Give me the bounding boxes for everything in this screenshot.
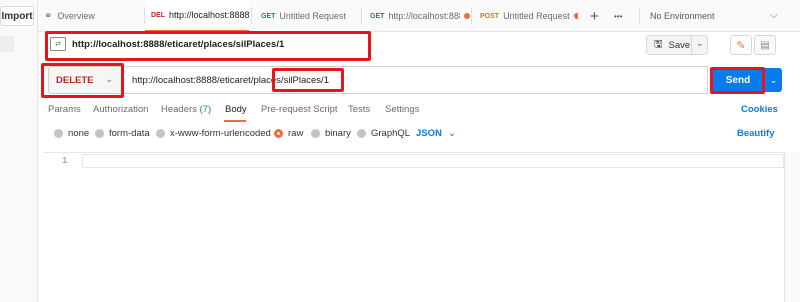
radio-circle — [156, 129, 165, 138]
chevron-down-icon: ⌄ — [447, 128, 456, 139]
body-format-label: JSON — [416, 128, 442, 139]
add-tab-button[interactable]: + — [590, 0, 604, 32]
radio-label: binary — [325, 128, 351, 139]
radio-binary[interactable]: binary — [311, 128, 351, 139]
tab-label: Untitled Request — [503, 11, 570, 21]
editor-gutter: 1 — [44, 153, 82, 302]
radio-circle — [95, 129, 104, 138]
tab-method: GET — [261, 12, 276, 20]
radio-x-www-form-urlencoded[interactable]: x-www-form-urlencoded — [156, 128, 271, 139]
body-editor[interactable]: 1 — [44, 152, 784, 302]
method-label: DELETE — [56, 74, 94, 86]
body-format-select[interactable]: JSON ⌄ — [416, 128, 456, 139]
sidebar: Import — [0, 0, 38, 302]
radio-label: GraphQL — [371, 128, 411, 139]
request-title[interactable]: http://localhost:8888/eticaret/places/si… — [72, 39, 284, 50]
tab-settings[interactable]: Settings — [385, 104, 419, 115]
http-request-icon: ⇄ — [50, 37, 66, 51]
unsaved-dot-icon — [573, 13, 578, 19]
tab-delete-request[interactable]: DEL http://localhost:8888 — [145, 0, 249, 32]
chevron-down-icon[interactable]: ⌵ — [770, 10, 778, 21]
save-divider — [691, 36, 692, 54]
tab-divider — [361, 8, 362, 24]
radio-label: raw — [288, 128, 304, 139]
beautify-link[interactable]: Beautify — [737, 128, 774, 139]
radio-circle-selected — [274, 129, 283, 138]
request-header: ⇄ http://localhost:8888/eticaret/places/… — [38, 32, 800, 58]
tab-label: http://localhost:888 — [388, 11, 460, 21]
sidebar-collapsed-item[interactable] — [0, 36, 14, 52]
method-select[interactable]: DELETE ⌄ — [48, 66, 122, 94]
radio-form-data[interactable]: form-data — [95, 128, 150, 139]
cookies-link[interactable]: Cookies — [741, 104, 778, 115]
tab-pre-request-script[interactable]: Pre-request Script — [261, 104, 338, 115]
radio-raw[interactable]: raw — [274, 128, 303, 139]
tab-tests[interactable]: Tests — [348, 104, 370, 115]
headers-count: (7) — [199, 104, 212, 115]
save-label: Save — [668, 39, 691, 51]
tab-label: http://localhost:8888 — [169, 10, 249, 20]
radio-label: none — [68, 128, 90, 139]
overview-icon: ⚭ — [44, 10, 53, 22]
editor-active-line[interactable] — [82, 154, 784, 168]
radio-graphql[interactable]: GraphQL — [357, 128, 410, 139]
tab-get-untitled[interactable]: GET Untitled Request — [255, 0, 359, 32]
tab-label: Untitled Request — [279, 11, 346, 21]
tab-body[interactable]: Body — [225, 104, 247, 115]
tab-divider — [471, 8, 472, 24]
tab-bar: ⚭ Overview DEL http://localhost:8888 GET… — [38, 0, 800, 32]
tab-label: Overview — [57, 11, 95, 21]
line-number: 1 — [62, 156, 68, 166]
url-input[interactable]: http://localhost:8888/eticaret/places/si… — [122, 66, 708, 94]
tab-headers[interactable]: Headers (7) — [161, 104, 211, 115]
save-icon: 🖫 — [654, 38, 663, 50]
save-button[interactable]: 🖫 Save ⌄ — [646, 35, 708, 55]
tab-post-untitled[interactable]: POST Untitled Request — [474, 0, 578, 32]
tab-method: DEL — [151, 11, 165, 19]
chevron-down-icon[interactable]: ⌄ — [696, 38, 704, 49]
tab-method: POST — [480, 12, 500, 20]
import-button[interactable]: Import — [0, 6, 34, 26]
radio-label: form-data — [109, 128, 150, 139]
tab-params[interactable]: Params — [48, 104, 81, 115]
tab-method: GET — [370, 12, 385, 20]
environment-selector[interactable]: No Environment — [650, 0, 715, 32]
tab-divider — [251, 8, 252, 24]
url-value: http://localhost:8888/eticaret/places/si… — [132, 74, 329, 86]
chevron-down-icon: ⌄ — [105, 74, 113, 84]
unsaved-dot-icon — [464, 13, 470, 19]
right-panel-edge — [784, 152, 800, 302]
tab-get-localhost[interactable]: GET http://localhost:888 — [364, 0, 470, 32]
radio-none[interactable]: none — [54, 128, 89, 139]
chevron-down-icon[interactable]: ⌄ — [764, 68, 782, 92]
send-button[interactable]: Send — [712, 68, 764, 92]
documentation-icon[interactable]: ▤ — [754, 35, 776, 55]
environment-label: No Environment — [650, 11, 715, 21]
tab-more-button[interactable]: ••• — [614, 0, 632, 32]
pencil-icon[interactable]: ✎ — [730, 35, 752, 55]
radio-label: x-www-form-urlencoded — [170, 128, 271, 139]
tab-label: Headers — [161, 104, 200, 115]
radio-circle — [54, 129, 63, 138]
tab-overview[interactable]: ⚭ Overview — [44, 0, 144, 32]
active-tab-indicator — [224, 120, 246, 122]
radio-circle — [357, 129, 366, 138]
tab-authorization[interactable]: Authorization — [93, 104, 148, 115]
radio-circle — [311, 129, 320, 138]
tab-divider — [639, 8, 640, 24]
